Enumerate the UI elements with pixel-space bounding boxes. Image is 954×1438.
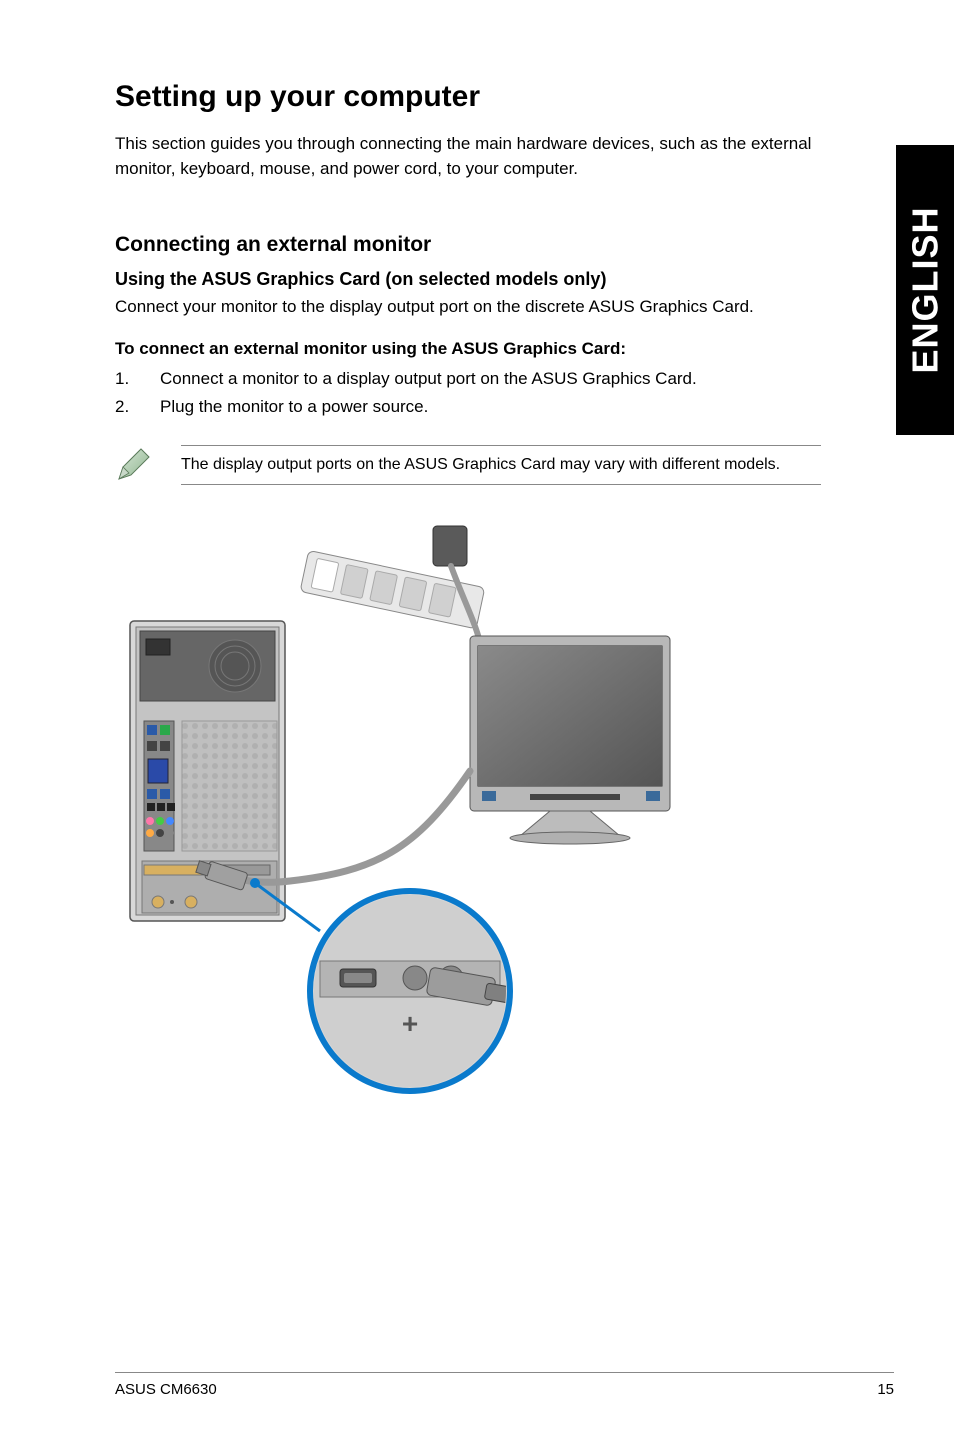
note-text: The display output ports on the ASUS Gra… [181, 445, 821, 485]
step-item: 1. Connect a monitor to a display output… [115, 369, 894, 389]
step-number: 2. [115, 397, 160, 417]
svg-text:+: + [402, 1008, 418, 1039]
section-subheading: Using the ASUS Graphics Card (on selecte… [115, 269, 894, 290]
section-heading: Connecting an external monitor [115, 233, 894, 257]
step-number: 1. [115, 369, 160, 389]
language-tab-label: ENGLISH [904, 206, 946, 373]
connection-diagram: + [115, 511, 675, 1101]
step-item: 2. Plug the monitor to a power source. [115, 397, 894, 417]
footer-page-number: 15 [877, 1381, 894, 1398]
step-text: Plug the monitor to a power source. [160, 397, 428, 417]
section-body: Connect your monitor to the display outp… [115, 297, 835, 317]
procedure-title: To connect an external monitor using the… [115, 339, 894, 359]
page-footer: ASUS CM6630 15 [115, 1372, 894, 1398]
page-title: Setting up your computer [115, 80, 894, 114]
steps-list: 1. Connect a monitor to a display output… [115, 369, 894, 417]
language-tab: ENGLISH [896, 145, 954, 435]
footer-product: ASUS CM6630 [115, 1381, 217, 1398]
pencil-icon [115, 447, 151, 483]
step-text: Connect a monitor to a display output po… [160, 369, 697, 389]
note-row: The display output ports on the ASUS Gra… [115, 445, 894, 485]
intro-paragraph: This section guides you through connecti… [115, 132, 835, 181]
